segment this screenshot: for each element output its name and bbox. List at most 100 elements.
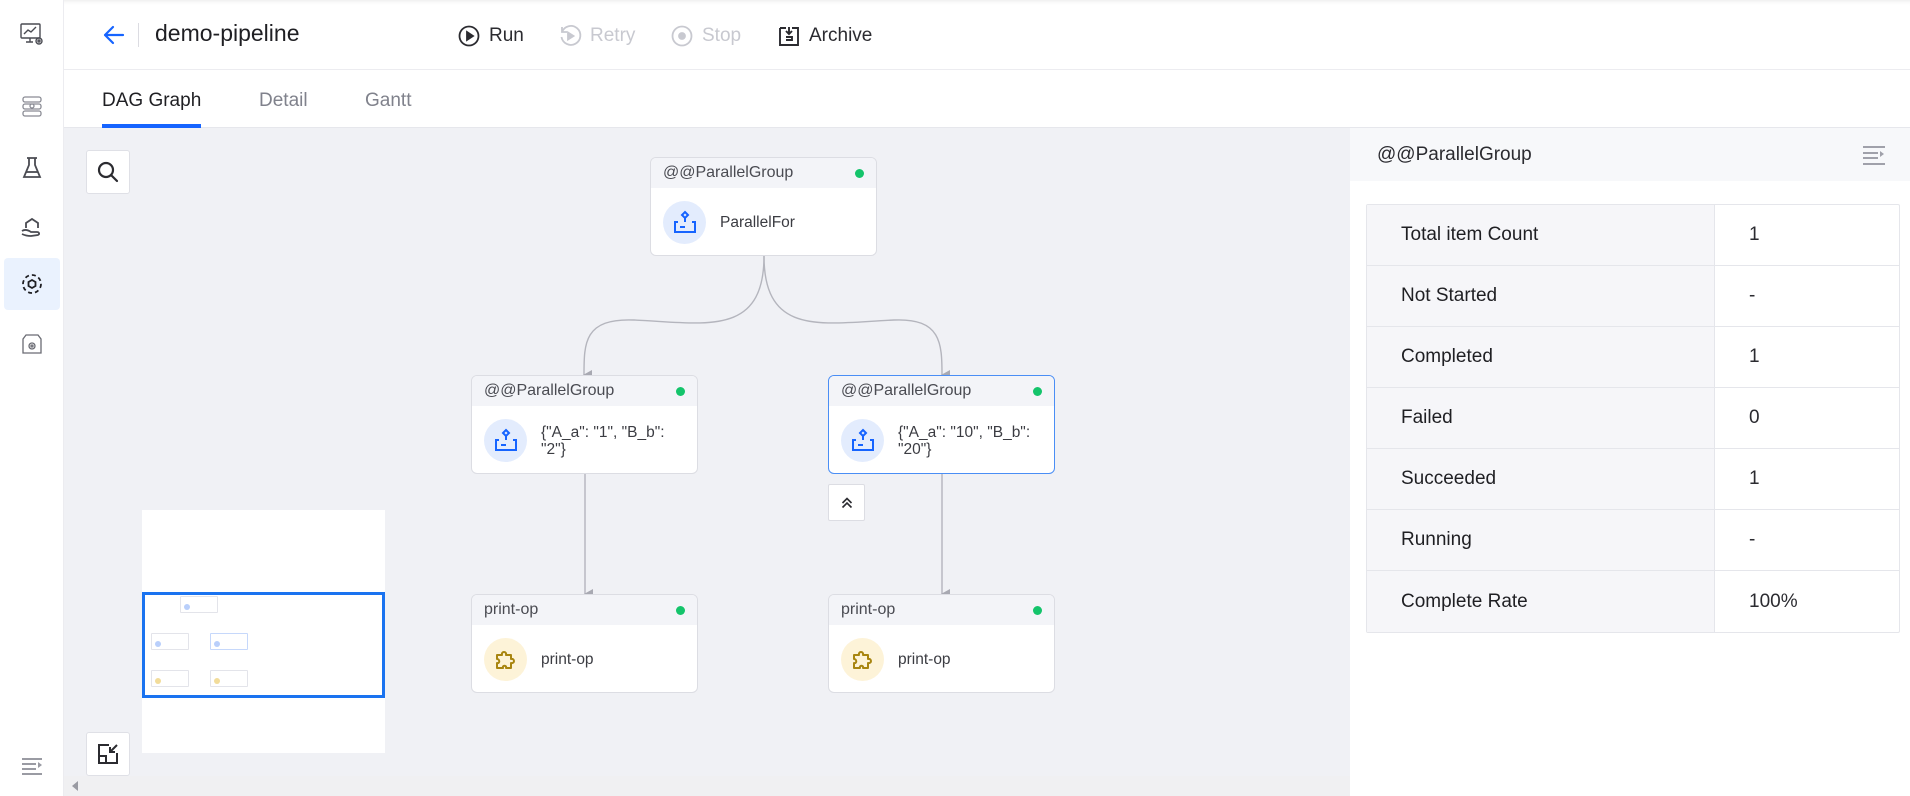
sidebar-collapse-button[interactable]	[4, 740, 60, 792]
sidebar-item-monitor[interactable]	[4, 8, 60, 60]
run-label: Run	[489, 25, 524, 46]
stat-value: 0	[1749, 407, 1760, 428]
dag-node-op2[interactable]: print-op print-op	[828, 594, 1055, 693]
node-header-label: @@ParallelGroup	[663, 164, 794, 181]
dag-node-group2[interactable]: @@ParallelGroup {"A_a": "10", "B_b": "20…	[828, 375, 1055, 474]
minimap-viewport[interactable]	[142, 592, 385, 698]
puzzle-icon	[495, 650, 515, 669]
parallel-for-icon	[494, 428, 517, 451]
status-success-dot	[1033, 387, 1042, 396]
dag-canvas[interactable]: @@ParallelGroup ParallelFor @@ParallelGr…	[64, 128, 1350, 796]
puzzle-icon	[852, 650, 872, 669]
node-detail-panel: @@ParallelGroup Total item Count 1 Not S…	[1350, 128, 1910, 796]
parallel-for-icon	[851, 428, 874, 451]
node-icon-wrap	[663, 201, 706, 244]
node-header-label: print-op	[484, 601, 539, 618]
parallel-for-icon	[673, 210, 696, 233]
stat-key: Failed	[1367, 388, 1715, 448]
node-header-label: print-op	[841, 601, 896, 618]
sidebar-item-storage[interactable]	[4, 318, 60, 370]
stat-key: Running	[1367, 510, 1715, 570]
page-title: demo-pipeline	[155, 20, 300, 46]
horizontal-scrollbar[interactable]	[64, 776, 1350, 796]
stat-value: -	[1749, 529, 1756, 550]
hand-model-icon	[21, 217, 40, 237]
scroll-left-arrow-icon[interactable]	[72, 781, 78, 791]
box-gear-icon	[22, 334, 42, 354]
panel-collapse-icon[interactable]	[1862, 144, 1886, 166]
node-header: print-op	[829, 595, 1054, 625]
table-row: Complete Rate 100%	[1367, 571, 1899, 632]
graph-search-button[interactable]	[86, 150, 130, 194]
sidebar-item-data[interactable]	[4, 80, 60, 132]
retry-icon	[560, 25, 582, 46]
stop-label: Stop	[702, 25, 742, 46]
pipeline-ring-icon	[22, 274, 42, 294]
fit-view-icon	[98, 744, 118, 764]
stop-button[interactable]: Stop	[670, 22, 741, 50]
sidebar-item-experiments[interactable]	[4, 142, 60, 194]
graph-minimap[interactable]	[142, 510, 385, 753]
table-row: Failed 0	[1367, 388, 1899, 449]
archive-label: Archive	[809, 25, 873, 46]
sidebar-item-models[interactable]	[4, 202, 60, 254]
retry-button[interactable]: Retry	[558, 22, 635, 50]
left-sidebar	[0, 0, 64, 796]
monitor-gear-icon	[20, 23, 43, 45]
node-header: @@ParallelGroup	[829, 376, 1054, 406]
stat-value: -	[1749, 285, 1756, 306]
dag-node-op1[interactable]: print-op print-op	[471, 594, 698, 693]
stop-circle-icon	[671, 25, 693, 47]
stat-value: 100%	[1749, 590, 1798, 612]
table-row: Succeeded 1	[1367, 449, 1899, 510]
double-chevron-up-icon	[841, 496, 852, 508]
node-icon-wrap	[841, 638, 884, 681]
status-success-dot	[855, 169, 864, 178]
dag-node-group1[interactable]: @@ParallelGroup {"A_a": "1", "B_b": "2"}	[471, 375, 698, 474]
stat-key: Completed	[1367, 327, 1715, 387]
panel-title: @@ParallelGroup	[1377, 143, 1532, 165]
arrow-left-icon[interactable]	[101, 22, 127, 48]
edge-root-group1	[583, 255, 765, 381]
stat-key: Not Started	[1367, 266, 1715, 326]
header-divider	[138, 23, 139, 47]
status-success-dot	[1033, 606, 1042, 615]
stat-key: Complete Rate	[1367, 571, 1715, 632]
collapse-group-button[interactable]	[828, 484, 865, 521]
node-header: @@ParallelGroup	[472, 376, 697, 406]
run-button[interactable]: Run	[457, 22, 524, 50]
tab-detail[interactable]: Detail	[259, 90, 308, 128]
node-label: ParallelFor	[720, 214, 795, 231]
data-node-icon	[22, 96, 42, 117]
archive-button[interactable]: Archive	[777, 22, 872, 50]
play-circle-icon	[458, 25, 480, 47]
table-row: Total item Count 1	[1367, 205, 1899, 266]
panel-header: @@ParallelGroup	[1350, 128, 1910, 181]
menu-collapse-icon	[22, 758, 42, 775]
node-header: print-op	[472, 595, 697, 625]
stat-key: Total item Count	[1367, 205, 1715, 265]
node-icon-wrap	[484, 638, 527, 681]
stat-value: 1	[1749, 346, 1760, 367]
node-header-label: @@ParallelGroup	[484, 382, 615, 399]
stats-table: Total item Count 1 Not Started - Complet…	[1366, 204, 1900, 633]
node-label: print-op	[541, 651, 594, 668]
edge-root-group2	[763, 255, 951, 380]
search-icon	[97, 161, 119, 183]
stat-key: Succeeded	[1367, 449, 1715, 509]
node-icon-wrap	[841, 419, 884, 462]
tab-gantt[interactable]: Gantt	[365, 90, 411, 128]
sidebar-item-pipelines[interactable]	[4, 258, 60, 310]
status-success-dot	[676, 387, 685, 396]
tab-dag-graph[interactable]: DAG Graph	[102, 90, 202, 128]
table-row: Running -	[1367, 510, 1899, 571]
archive-icon	[779, 27, 799, 46]
node-header-label: @@ParallelGroup	[841, 382, 972, 399]
node-label: {"A_a": "1", "B_b": "2"}	[541, 423, 665, 458]
node-label: {"A_a": "10", "B_b": "20"}	[898, 423, 1031, 458]
node-label: print-op	[898, 651, 951, 668]
dag-node-root[interactable]: @@ParallelGroup ParallelFor	[650, 157, 877, 256]
view-tabs: DAG Graph Detail Gantt	[64, 70, 1910, 128]
fit-view-button[interactable]	[86, 732, 130, 776]
retry-label: Retry	[590, 25, 636, 46]
